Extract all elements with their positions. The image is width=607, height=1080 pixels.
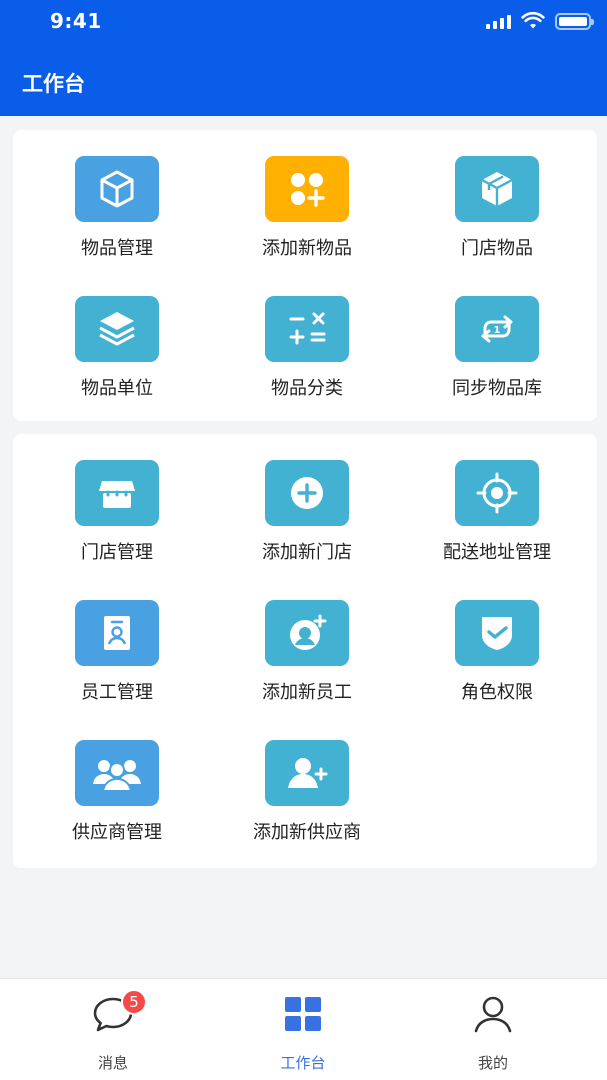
svg-text:1: 1: [494, 325, 501, 336]
package-icon: [455, 156, 539, 222]
workbench-item[interactable]: 添加新物品: [203, 156, 393, 276]
add-circle-icon: [265, 460, 349, 526]
workbench-item[interactable]: 物品单位: [13, 296, 203, 416]
box-icon: [75, 156, 159, 222]
calculator-icon: [265, 296, 349, 362]
badge-person-icon: [75, 600, 159, 666]
workbench-item-label: 添加新门店: [262, 542, 352, 563]
workbench-item-label: 物品单位: [81, 378, 153, 399]
group-icon: [75, 740, 159, 806]
status-time: 9:41: [50, 9, 102, 33]
tab-bar: 5 消息 工作台 我的: [0, 978, 607, 1080]
sync-icon: 1: [455, 296, 539, 362]
workbench-item[interactable]: 1 同步物品库: [393, 296, 583, 416]
tab-workbench[interactable]: 工作台: [243, 991, 363, 1072]
workbench-item[interactable]: 门店物品: [393, 156, 583, 276]
person-icon: [474, 996, 512, 1033]
apps-add-icon: [265, 156, 349, 222]
tab-messages[interactable]: 5 消息: [53, 989, 173, 1072]
grid-icon: [285, 997, 321, 1031]
workbench-item[interactable]: 员工管理: [13, 600, 203, 720]
add-person-icon: [265, 600, 349, 666]
workbench-item-label: 门店管理: [81, 542, 153, 563]
workbench-item-label: 物品分类: [271, 378, 343, 399]
signal-icon: [486, 13, 511, 29]
workbench-item-label: 物品管理: [81, 238, 153, 259]
workbench-item-label: 配送地址管理: [443, 542, 551, 563]
item-section: 物品管理 添加新物品 门店物品物品单位 物品分类 1 同步物品库: [13, 130, 597, 421]
workbench-item-label: 添加新供应商: [253, 822, 361, 843]
workbench-item-label: 添加新物品: [262, 238, 352, 259]
workbench-item[interactable]: 物品分类: [203, 296, 393, 416]
store-icon: [75, 460, 159, 526]
workbench-item-label: 添加新员工: [262, 682, 352, 703]
tab-mine[interactable]: 我的: [433, 991, 553, 1072]
workbench-item[interactable]: 配送地址管理: [393, 460, 583, 580]
unread-badge: 5: [121, 989, 147, 1015]
store-staff-section: 门店管理 添加新门店 配送地址管理员工管理 添加新员工 角色权限供应商管理 添加新供应商: [13, 434, 597, 868]
user-add-icon: [265, 740, 349, 806]
tab-mine-label: 我的: [477, 1054, 508, 1072]
header-bar: 9:41 工作台: [0, 0, 607, 116]
workbench-item[interactable]: 添加新门店: [203, 460, 393, 580]
workbench-item[interactable]: 门店管理: [13, 460, 203, 580]
tab-messages-label: 消息: [97, 1054, 128, 1072]
shield-check-icon: [455, 600, 539, 666]
workbench-item-label: 员工管理: [81, 682, 153, 703]
workbench-item[interactable]: 供应商管理: [13, 740, 203, 860]
workbench-item-label: 角色权限: [461, 682, 533, 703]
workbench-item-label: 供应商管理: [72, 822, 162, 843]
page-title: 工作台: [22, 72, 85, 96]
target-icon: [455, 460, 539, 526]
layers-icon: [75, 296, 159, 362]
workbench-item[interactable]: 添加新员工: [203, 600, 393, 720]
battery-icon: [555, 12, 594, 30]
workbench-item[interactable]: 角色权限: [393, 600, 583, 720]
status-icons: [486, 11, 594, 31]
wifi-icon: [521, 12, 545, 29]
workbench-item[interactable]: 添加新供应商: [203, 740, 393, 860]
status-bar: 9:41: [0, 0, 607, 44]
workbench-item-label: 同步物品库: [452, 378, 542, 399]
tab-workbench-label: 工作台: [280, 1054, 326, 1072]
workbench-item[interactable]: 物品管理: [13, 156, 203, 276]
workbench-item-label: 门店物品: [461, 238, 533, 259]
